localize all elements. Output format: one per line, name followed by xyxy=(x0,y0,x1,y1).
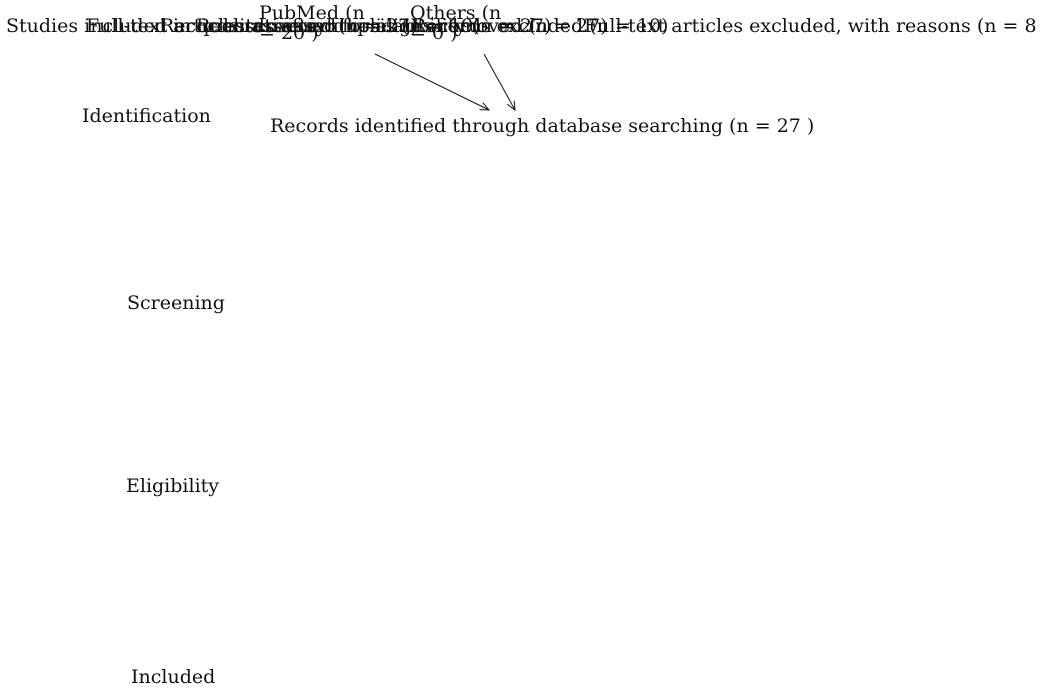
pubmed-to-records-arrow xyxy=(374,53,489,110)
others-to-records-arrow xyxy=(483,53,515,110)
diagram-arrows xyxy=(374,53,1040,691)
